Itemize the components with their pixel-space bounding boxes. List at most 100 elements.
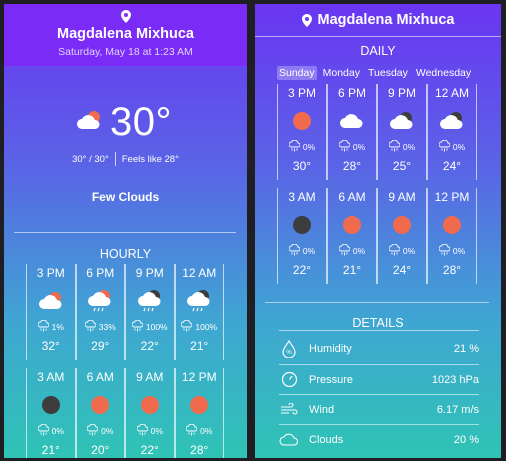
detail-value: 21 %	[453, 343, 479, 355]
sun-icon	[89, 392, 111, 418]
day-tab-wednesday[interactable]: Wednesday	[414, 66, 473, 80]
precipitation-icon	[136, 423, 149, 438]
precipitation-value: 0%	[51, 426, 64, 436]
forecast-time: 12 AM	[182, 266, 217, 280]
detail-label: Pressure	[309, 373, 354, 386]
forecast-cell: 9 PM 0% 25°	[377, 84, 427, 180]
cloud-night-icon	[389, 108, 415, 134]
precipitation-icon	[37, 319, 50, 334]
current-temp-block: 30°	[76, 100, 172, 145]
sun-icon	[188, 392, 210, 418]
location-name: Magdalena Mixhuca	[57, 26, 194, 42]
detail-label: Wind	[309, 403, 335, 416]
detail-value: 20 %	[453, 433, 479, 446]
forecast-time: 9 PM	[135, 266, 164, 280]
forecast-cell: 9 PM 100% 22°	[125, 264, 175, 360]
details-list: % Humidity 21 % Pressure 1023 hPa Wind 6.17 m/…	[279, 334, 479, 454]
sun-icon	[139, 392, 161, 418]
weather-description: Few Clouds	[91, 190, 160, 204]
location-header: Magdalena Mixhuca Saturday, May 18 at 1:…	[4, 4, 247, 66]
details-title: DETAILS	[352, 316, 404, 330]
divider	[279, 330, 479, 331]
forecast-cell: 12 AM 0% 24°	[427, 84, 477, 180]
location-pin-icon	[120, 10, 131, 23]
cloud-icon	[339, 108, 365, 134]
daily-forecast: 3 PM 0% 30° 6 PM 0% 28° 9 PM 0% 25° 12 AM 0% 24° 3 A…	[277, 84, 477, 284]
precipitation-value: 33%	[98, 322, 116, 332]
precipitation-icon	[86, 423, 99, 438]
location-header: Magdalena Mixhuca	[255, 12, 501, 28]
cloud-night-icon	[439, 108, 465, 134]
precipitation: 0%	[185, 423, 212, 438]
forecast-cell: 6 PM 33% 29°	[75, 264, 125, 360]
forecast-temp: 21°	[342, 263, 362, 277]
hourly-title: HOURLY	[99, 247, 152, 261]
precipitation-icon	[338, 139, 351, 154]
forecast-temp: 32°	[41, 339, 60, 353]
day-tab-tuesday[interactable]: Tuesday	[366, 66, 410, 80]
forecast-cell: 9 AM 0% 24°	[377, 188, 427, 284]
precipitation: 0%	[338, 139, 366, 154]
forecast-cell: 3 PM 1% 32°	[26, 264, 76, 360]
forecast-time: 6 PM	[86, 266, 115, 280]
precipitation-value: 0%	[352, 142, 366, 152]
day-tabs: Sunday Monday Tuesday Wednesday	[277, 66, 473, 80]
few-clouds-day-icon	[76, 109, 104, 136]
precipitation-icon	[185, 423, 198, 438]
forecast-time: 3 AM	[37, 370, 65, 384]
divider	[114, 152, 116, 166]
day-tab-monday[interactable]: Monday	[321, 66, 362, 80]
precipitation-icon	[388, 243, 401, 258]
forecast-cell: 6 AM 0% 21°	[327, 188, 377, 284]
forecast-temp: 29°	[91, 339, 110, 353]
divider	[255, 36, 501, 37]
forecast-cell: 6 AM 0% 20°	[75, 368, 125, 458]
forecast-time: 9 PM	[387, 86, 416, 100]
svg-text:%: %	[286, 350, 292, 356]
forecast-temp: 24°	[442, 159, 462, 173]
precipitation-icon	[180, 319, 193, 334]
forecast-temp: 22°	[140, 339, 159, 353]
precipitation: 0%	[388, 243, 416, 258]
precipitation-value: 1%	[51, 322, 64, 332]
precipitation-value: 0%	[150, 426, 163, 436]
current-weather-panel: Magdalena Mixhuca Saturday, May 18 at 1:…	[4, 4, 247, 458]
forecast-cell: 3 AM 0% 21°	[26, 368, 76, 458]
precipitation: 100%	[180, 319, 217, 334]
forecast-cell: 6 PM 0% 28°	[327, 84, 377, 180]
forecast-temp: 22°	[292, 263, 312, 277]
detail-row-pressure: Pressure 1023 hPa	[279, 364, 479, 394]
sun-icon	[391, 212, 413, 238]
precipitation-icon	[84, 319, 97, 334]
detail-row-clouds: Clouds 20 %	[279, 424, 479, 454]
forecast-time: 6 AM	[338, 190, 366, 204]
forecast-temp: 21°	[190, 339, 209, 353]
forecast-temp: 28°	[342, 159, 362, 173]
forecast-time: 3 PM	[287, 86, 316, 100]
precipitation: 0%	[438, 243, 465, 258]
daily-title: DAILY	[360, 44, 396, 58]
forecast-temp: 21°	[41, 443, 60, 457]
precipitation: 0%	[136, 423, 163, 438]
current-temperature: 30°	[110, 100, 172, 144]
precipitation-icon	[288, 243, 301, 258]
forecast-time: 9 AM	[136, 370, 164, 384]
day-tab-sunday[interactable]: Sunday	[277, 66, 317, 80]
forecast-cell: 9 AM 0% 22°	[125, 368, 175, 458]
hourly-forecast: 3 PM 1% 32° 6 PM 33% 29° 9 PM 100% 22° 12 AM 100% 2…	[26, 264, 224, 458]
forecast-cell: 3 PM 0% 30°	[277, 84, 327, 180]
sun-icon	[441, 212, 463, 238]
location-pin-icon	[301, 13, 312, 27]
forecast-time: 12 PM	[434, 190, 470, 204]
forecast-cell: 3 AM 0% 22°	[277, 188, 327, 284]
precipitation-value: 0%	[402, 246, 416, 256]
humidity-icon: %	[279, 340, 299, 358]
detail-label: Humidity	[309, 343, 352, 355]
forecast-time: 12 AM	[434, 86, 470, 100]
divider	[265, 302, 489, 303]
forecast-time: 12 PM	[181, 370, 217, 384]
precipitation-icon	[338, 243, 351, 258]
precipitation: 0%	[86, 423, 114, 438]
forecast-time: 3 AM	[288, 190, 316, 204]
precipitation-value: 0%	[101, 426, 114, 436]
